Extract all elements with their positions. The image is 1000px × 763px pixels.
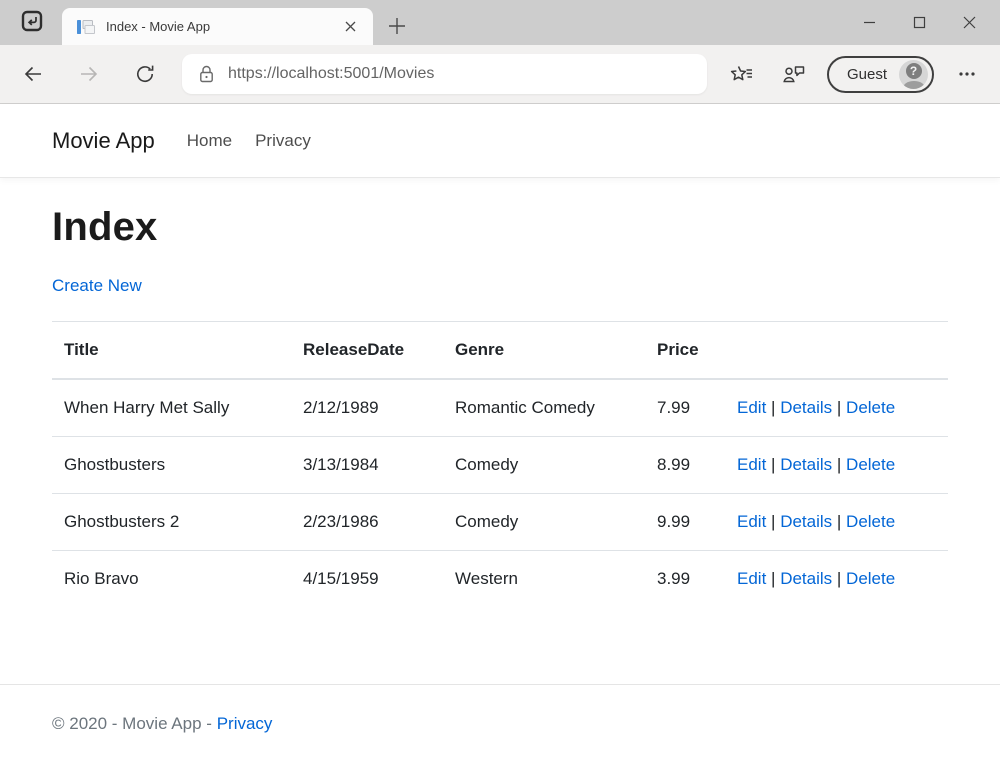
maximize-icon[interactable] [894, 3, 944, 43]
cell-actions: Edit | Details | Delete [725, 379, 948, 437]
cell-release-date: 4/15/1959 [291, 551, 443, 608]
delete-link[interactable]: Delete [846, 512, 895, 531]
feedback-icon[interactable] [775, 56, 813, 92]
edit-link[interactable]: Edit [737, 455, 766, 474]
table-row: When Harry Met Sally 2/12/1989 Romantic … [52, 379, 948, 437]
copyright-text: © 2020 - Movie App - [52, 714, 212, 733]
browser-window: Index - Movie App [0, 0, 1000, 763]
action-separator: | [771, 512, 775, 531]
browser-toolbar: https://localhost:5001/Movies Guest [0, 45, 1000, 103]
refresh-icon[interactable] [126, 56, 164, 92]
site-navbar: Movie App Home Privacy [0, 104, 1000, 178]
cell-title: Ghostbusters 2 [52, 494, 291, 551]
cell-release-date: 2/12/1989 [291, 379, 443, 437]
cell-release-date: 3/13/1984 [291, 437, 443, 494]
details-link[interactable]: Details [780, 569, 832, 588]
nav-link-home[interactable]: Home [187, 131, 232, 151]
column-header-genre: Genre [443, 322, 645, 380]
action-separator: | [771, 398, 775, 417]
delete-link[interactable]: Delete [846, 569, 895, 588]
details-link[interactable]: Details [780, 455, 832, 474]
cell-price: 3.99 [645, 551, 725, 608]
footer-privacy-link[interactable]: Privacy [217, 714, 273, 733]
movies-table-body: When Harry Met Sally 2/12/1989 Romantic … [52, 379, 948, 607]
table-row: Ghostbusters 3/13/1984 Comedy 8.99 Edit … [52, 437, 948, 494]
action-separator: | [771, 455, 775, 474]
cell-price: 8.99 [645, 437, 725, 494]
favorites-icon[interactable] [723, 56, 761, 92]
profile-label: Guest [847, 66, 887, 83]
cell-genre: Comedy [443, 437, 645, 494]
address-bar[interactable]: https://localhost:5001/Movies [182, 54, 707, 94]
forward-icon[interactable] [70, 56, 108, 92]
delete-link[interactable]: Delete [846, 398, 895, 417]
page-title: Index [52, 205, 948, 250]
site-footer: © 2020 - Movie App - Privacy [0, 684, 1000, 763]
tab-close-icon[interactable] [339, 16, 361, 38]
toolbar-right: Guest ? [723, 56, 986, 93]
lock-icon [198, 64, 215, 84]
new-tab-icon[interactable] [384, 13, 410, 39]
cell-title: When Harry Met Sally [52, 379, 291, 437]
window-controls [844, 0, 994, 45]
table-row: Ghostbusters 2 2/23/1986 Comedy 9.99 Edi… [52, 494, 948, 551]
column-header-title: Title [52, 322, 291, 380]
cell-actions: Edit | Details | Delete [725, 551, 948, 608]
cell-price: 9.99 [645, 494, 725, 551]
column-header-price: Price [645, 322, 725, 380]
cell-genre: Western [443, 551, 645, 608]
details-link[interactable]: Details [780, 512, 832, 531]
movies-table: Title ReleaseDate Genre Price When Harry… [52, 321, 948, 607]
cell-title: Rio Bravo [52, 551, 291, 608]
guest-avatar-icon: ? [899, 60, 928, 89]
nav-link-privacy[interactable]: Privacy [255, 131, 311, 151]
tab-actions-menu-icon[interactable] [21, 10, 43, 32]
column-header-releasedate: ReleaseDate [291, 322, 443, 380]
tab-title: Index - Movie App [106, 19, 339, 34]
url-text: https://localhost:5001/Movies [228, 65, 434, 83]
navbar-brand[interactable]: Movie App [52, 128, 155, 154]
tab-strip: Index - Movie App [0, 0, 1000, 45]
create-new-link[interactable]: Create New [52, 276, 142, 296]
movies-table-head: Title ReleaseDate Genre Price [52, 322, 948, 380]
profile-button[interactable]: Guest ? [827, 56, 934, 93]
page-favicon-icon [76, 17, 96, 37]
action-separator: | [837, 455, 841, 474]
edit-link[interactable]: Edit [737, 512, 766, 531]
cell-price: 7.99 [645, 379, 725, 437]
main-container: Index Create New Title ReleaseDate Genre… [0, 178, 1000, 607]
action-separator: | [837, 569, 841, 588]
cell-genre: Romantic Comedy [443, 379, 645, 437]
action-separator: | [837, 398, 841, 417]
back-icon[interactable] [14, 56, 52, 92]
delete-link[interactable]: Delete [846, 455, 895, 474]
table-row: Rio Bravo 4/15/1959 Western 3.99 Edit | … [52, 551, 948, 608]
cell-release-date: 2/23/1986 [291, 494, 443, 551]
column-header-actions [725, 322, 948, 380]
edit-link[interactable]: Edit [737, 398, 766, 417]
minimize-icon[interactable] [844, 3, 894, 43]
cell-actions: Edit | Details | Delete [725, 437, 948, 494]
cell-title: Ghostbusters [52, 437, 291, 494]
cell-genre: Comedy [443, 494, 645, 551]
action-separator: | [837, 512, 841, 531]
settings-more-icon[interactable] [948, 56, 986, 92]
edit-link[interactable]: Edit [737, 569, 766, 588]
details-link[interactable]: Details [780, 398, 832, 417]
close-window-icon[interactable] [944, 3, 994, 43]
page-content: Movie App Home Privacy Index Create New … [0, 104, 1000, 763]
browser-tab[interactable]: Index - Movie App [62, 8, 373, 45]
cell-actions: Edit | Details | Delete [725, 494, 948, 551]
action-separator: | [771, 569, 775, 588]
